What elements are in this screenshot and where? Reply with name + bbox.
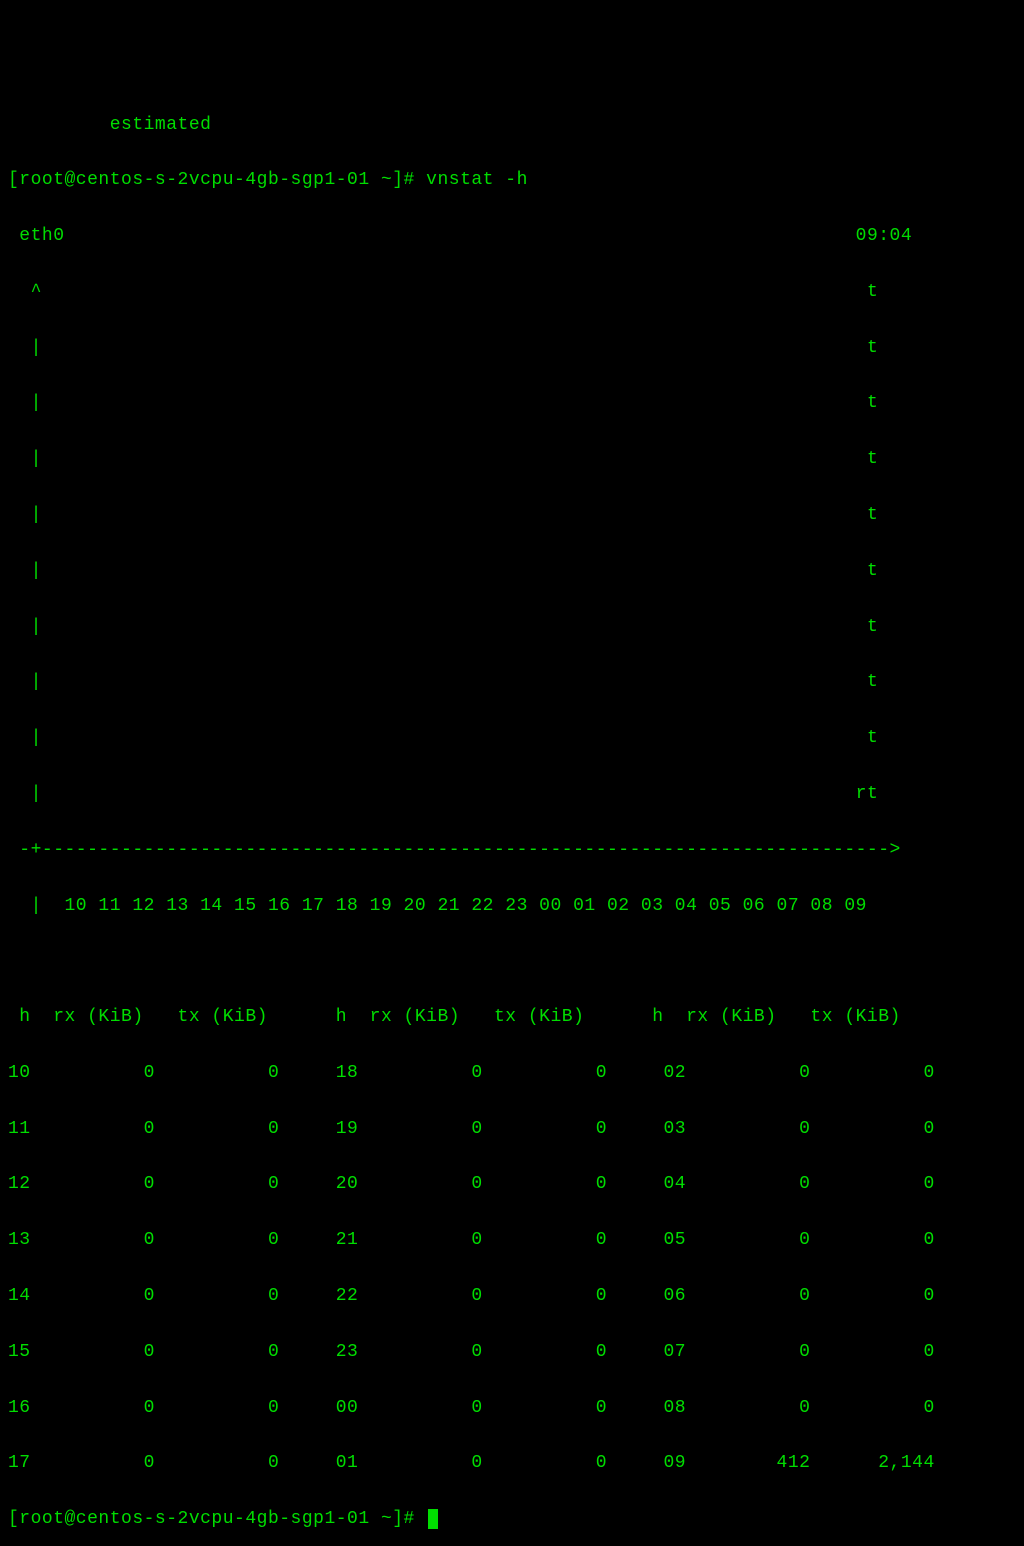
marker-9: rt	[856, 784, 879, 804]
marker-7: t	[867, 672, 878, 692]
cursor-icon	[428, 1509, 438, 1529]
prompt-user-host-2: [root@centos-s-2vcpu-4gb-sgp1-01 ~]#	[8, 1509, 426, 1529]
chart-row-3: | t	[0, 446, 1024, 474]
time-label: 09:04	[856, 226, 913, 246]
chart-row-7: | t	[0, 669, 1024, 697]
interface-time-row: eth0 09:04	[0, 223, 1024, 251]
marker-2: t	[867, 393, 878, 413]
chart-row-9: | rt	[0, 781, 1024, 809]
truncated-estimated: estimated	[0, 112, 1024, 140]
marker-0: t	[867, 282, 878, 302]
chart-row-2: | t	[0, 390, 1024, 418]
chart-row-6: | t	[0, 614, 1024, 642]
table-row: 14 0 0 22 0 0 06 0 0	[0, 1283, 1024, 1311]
table-row: 15 0 0 23 0 0 07 0 0	[0, 1339, 1024, 1367]
command-line-1: [root@centos-s-2vcpu-4gb-sgp1-01 ~]# vns…	[0, 167, 1024, 195]
time-spacer	[65, 226, 856, 246]
axis-caret: ^ t	[0, 279, 1024, 307]
table-row: 10 0 0 18 0 0 02 0 0	[0, 1060, 1024, 1088]
command-text: vnstat -h	[426, 170, 528, 190]
blank-row	[0, 948, 1024, 976]
chart-row-1: | t	[0, 335, 1024, 363]
marker-4: t	[867, 505, 878, 525]
table-header: h rx (KiB) tx (KiB) h rx (KiB) tx (KiB) …	[0, 1004, 1024, 1032]
command-line-2[interactable]: [root@centos-s-2vcpu-4gb-sgp1-01 ~]#	[0, 1506, 1024, 1534]
chart-row-8: | t	[0, 725, 1024, 753]
axis-separator: -+--------------------------------------…	[0, 837, 1024, 865]
table-row: 11 0 0 19 0 0 03 0 0	[0, 1116, 1024, 1144]
marker-8: t	[867, 728, 878, 748]
table-row: 13 0 0 21 0 0 05 0 0	[0, 1227, 1024, 1255]
axis-hours: | 10 11 12 13 14 15 16 17 18 19 20 21 22…	[0, 893, 1024, 921]
marker-3: t	[867, 449, 878, 469]
prompt-user-host: [root@centos-s-2vcpu-4gb-sgp1-01 ~]#	[8, 170, 426, 190]
table-row: 12 0 0 20 0 0 04 0 0	[0, 1171, 1024, 1199]
chart-row-4: | t	[0, 502, 1024, 530]
table-row: 17 0 0 01 0 0 09 412 2,144	[0, 1450, 1024, 1478]
chart-row-5: | t	[0, 558, 1024, 586]
interface-label: eth0	[8, 226, 65, 246]
marker-5: t	[867, 561, 878, 581]
marker-6: t	[867, 617, 878, 637]
marker-1: t	[867, 338, 878, 358]
table-row: 16 0 0 00 0 0 08 0 0	[0, 1395, 1024, 1423]
